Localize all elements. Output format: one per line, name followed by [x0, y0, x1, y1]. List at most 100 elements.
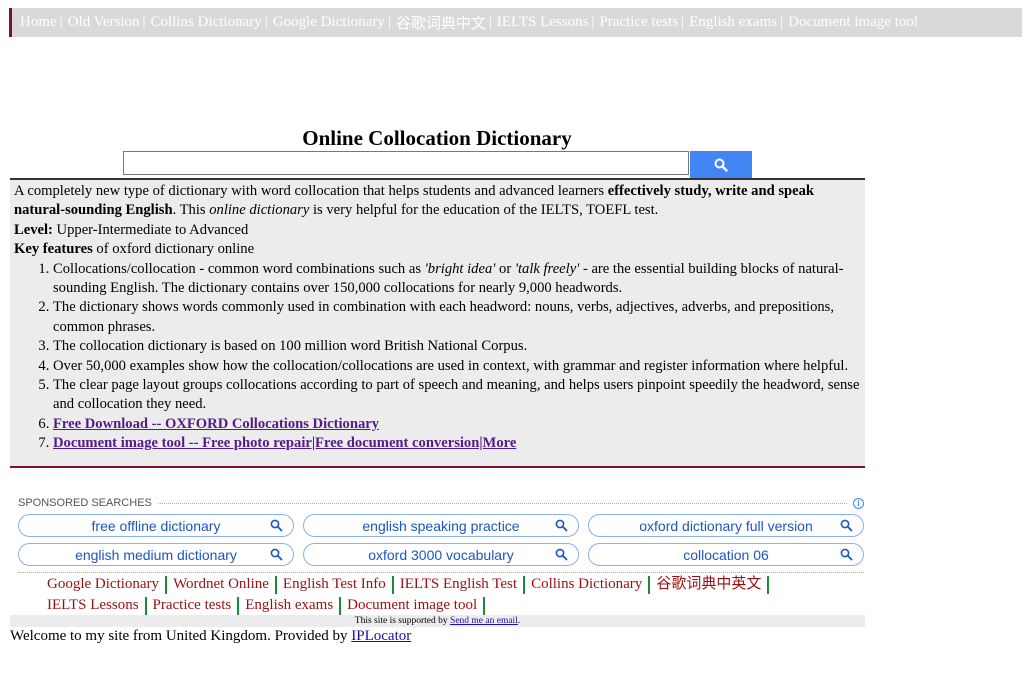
feature-item: The collocation dictionary is based on 1… [53, 337, 861, 356]
sponsored-search-pill[interactable]: english speaking practice [303, 514, 579, 537]
nav-separator: | [59, 14, 63, 30]
nav-separator: | [488, 14, 492, 30]
link-chinese-dictionary[interactable]: 谷歌词典中英文 [656, 576, 761, 592]
pill-label: english medium dictionary [75, 546, 237, 563]
nav-practice-tests[interactable]: Practice tests [599, 14, 678, 31]
sponsored-search-pill[interactable]: oxford 3000 vocabulary [303, 543, 579, 566]
nav-separator: | [387, 14, 391, 30]
divider [18, 572, 864, 573]
sponsored-search-pill[interactable]: english medium dictionary [18, 543, 294, 566]
features-rest: of oxford dictionary online [92, 241, 255, 258]
feature-text: Collocations/collocation - common word c… [53, 260, 425, 277]
level-value: Upper-Intermediate to Advanced [52, 221, 249, 238]
search-icon [840, 519, 853, 532]
search-icon [714, 158, 728, 172]
link-separator [237, 596, 240, 615]
divider [157, 502, 847, 504]
support-text: This site is supported by [354, 616, 451, 626]
link-document-image-tool[interactable]: Document image tool [347, 597, 477, 613]
nav-document-image-tool[interactable]: Document image tool [788, 14, 918, 31]
feature-example: 'bright idea' [424, 260, 496, 277]
nav-separator: | [591, 14, 595, 30]
link-collins-dictionary[interactable]: Collins Dictionary [531, 576, 642, 592]
link-separator [767, 575, 770, 594]
nav-separator: | [264, 14, 268, 30]
link-practice-tests[interactable]: Practice tests [153, 597, 232, 613]
feature-example: 'talk freely' [514, 260, 580, 277]
feature-item: Document image tool -- Free photo repair… [53, 434, 861, 453]
sponsored-header: SPONSORED SEARCHES i [18, 494, 864, 512]
feature-item: Over 50,000 examples show how the colloc… [53, 357, 861, 376]
nav-separator: | [142, 14, 146, 30]
nav-chinese-dictionary[interactable]: 谷歌词典中文 [396, 12, 486, 33]
welcome-text: Welcome to my site from United Kingdom. … [10, 628, 352, 644]
search-icon [555, 548, 568, 561]
link-separator [483, 596, 486, 615]
bottom-links: Google Dictionary Wordnet Online English T… [47, 574, 847, 616]
info-icon[interactable]: i [853, 497, 864, 509]
link-separator [165, 575, 168, 594]
level-label: Level: [14, 221, 53, 238]
features-label: Key features [14, 241, 93, 258]
intro-paragraph: A completely new type of dictionary with… [14, 182, 861, 221]
sponsored-search-pill[interactable]: oxford dictionary full version [588, 514, 864, 537]
nav-old-version[interactable]: Old Version [68, 14, 140, 31]
pill-label: collocation 06 [683, 546, 769, 563]
intro-italic-text: online dictionary [209, 202, 310, 219]
intro-text: is very helpful for the education of the… [309, 202, 659, 219]
features-heading: Key features of oxford dictionary online [14, 240, 861, 259]
pill-label: english speaking practice [362, 517, 520, 534]
nav-english-exams[interactable]: English exams [689, 14, 777, 31]
search-icon [270, 548, 283, 561]
intro-text: . This [172, 202, 210, 219]
page-title: Online Collocation Dictionary [302, 126, 572, 150]
link-google-dictionary[interactable]: Google Dictionary [47, 576, 159, 592]
link-separator [274, 575, 277, 594]
search-icon [840, 548, 853, 561]
link-separator [144, 596, 147, 615]
link-separator [339, 596, 342, 615]
search-icon [555, 519, 568, 532]
support-bar: This site is supported by Send me an ema… [10, 615, 865, 627]
top-navigation: Home | Old Version | Collins Dictionary | G… [9, 8, 1022, 37]
iplocator-link[interactable]: IPLocator [351, 628, 411, 644]
search-button[interactable] [690, 151, 752, 178]
nav-separator: | [681, 14, 685, 30]
feature-item: Free Download -- OXFORD Collocations Dic… [53, 415, 861, 434]
level-line: Level: Upper-Intermediate to Advanced [14, 221, 861, 240]
feature-item: The clear page layout groups collocation… [53, 376, 861, 415]
dictionary-description: A completely new type of dictionary with… [10, 178, 865, 468]
link-separator [523, 575, 526, 594]
link-wordnet-online[interactable]: Wordnet Online [173, 576, 269, 592]
nav-google-dictionary[interactable]: Google Dictionary [273, 14, 385, 31]
email-link[interactable]: Send me an email [450, 616, 518, 626]
nav-home[interactable]: Home [20, 14, 57, 31]
nav-collins-dictionary[interactable]: Collins Dictionary [151, 14, 262, 31]
intro-text: A completely new type of dictionary with… [14, 183, 608, 199]
sponsored-grid: free offline dictionary english speaking… [18, 514, 864, 566]
free-download-link[interactable]: Free Download -- OXFORD Collocations Dic… [53, 416, 379, 432]
nav-separator: | [780, 14, 784, 30]
link-ielts-lessons[interactable]: IELTS Lessons [47, 597, 139, 613]
link-separator [391, 575, 394, 594]
sponsored-heading: SPONSORED SEARCHES [18, 497, 152, 509]
sponsored-search-pill[interactable]: collocation 06 [588, 543, 864, 566]
sponsored-search-pill[interactable]: free offline dictionary [18, 514, 294, 537]
pill-label: free offline dictionary [91, 517, 221, 534]
features-list: Collocations/collocation - common word c… [14, 260, 861, 454]
pill-label: oxford dictionary full version [639, 517, 813, 534]
welcome-message: Welcome to my site from United Kingdom. … [10, 628, 411, 645]
support-text: . [517, 616, 521, 626]
sponsored-searches: SPONSORED SEARCHES i free offline dictio… [18, 494, 864, 573]
link-english-exams[interactable]: English exams [245, 597, 333, 613]
search-icon [270, 519, 283, 532]
nav-ielts-lessons[interactable]: IELTS Lessons [497, 14, 589, 31]
feature-text: or [495, 260, 515, 277]
link-ielts-english-test[interactable]: IELTS English Test [400, 576, 517, 592]
feature-item: Collocations/collocation - common word c… [53, 260, 861, 299]
link-english-test-info[interactable]: English Test Info [283, 576, 386, 592]
document-image-tool-link[interactable]: Document image tool -- Free photo repair… [53, 435, 516, 451]
link-separator [648, 575, 651, 594]
search-input[interactable] [123, 151, 689, 175]
feature-item: The dictionary shows words commonly used… [53, 298, 861, 337]
